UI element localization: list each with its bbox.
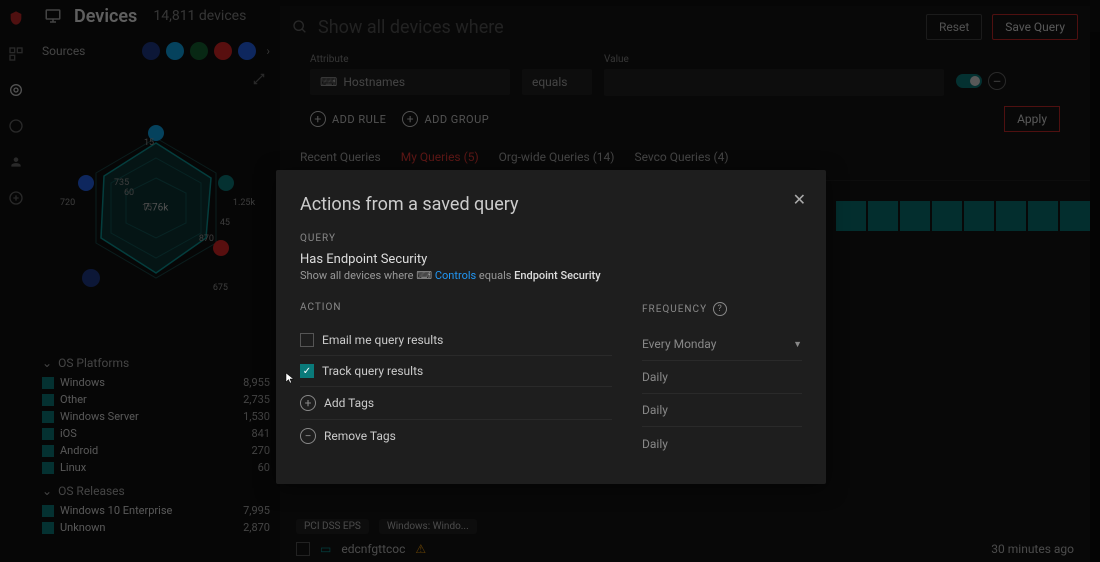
minus-circle-icon: −: [300, 428, 316, 444]
frequency-section-label: FREQUENCY ?: [642, 302, 802, 316]
query-attribute-link[interactable]: Controls: [435, 269, 476, 282]
close-icon[interactable]: ✕: [793, 190, 806, 209]
query-name: Has Endpoint Security: [300, 252, 802, 267]
checkbox-checked-icon[interactable]: ✓: [300, 364, 314, 378]
action-email[interactable]: Email me query results: [300, 325, 612, 356]
actions-modal: Actions from a saved query ✕ QUERY Has E…: [276, 170, 826, 484]
plus-circle-icon: +: [300, 395, 316, 411]
dropdown-icon: ▼: [793, 339, 802, 350]
frequency-select[interactable]: Every Monday ▼: [642, 328, 802, 361]
modal-title: Actions from a saved query: [300, 194, 802, 215]
frequency-value: Daily: [642, 427, 802, 460]
checkbox-unchecked-icon[interactable]: [300, 333, 314, 347]
monitor-icon: ⌨: [416, 269, 435, 282]
query-description: Show all devices where ⌨ Controls equals…: [300, 269, 802, 282]
help-icon[interactable]: ?: [713, 302, 727, 316]
cursor-icon: [284, 372, 296, 384]
action-add-tags[interactable]: + Add Tags: [300, 387, 612, 420]
action-section-label: ACTION: [300, 302, 612, 313]
frequency-value: Daily: [642, 394, 802, 427]
query-section-label: QUERY: [300, 233, 802, 244]
action-remove-tags[interactable]: − Remove Tags: [300, 420, 612, 452]
frequency-value: Daily: [642, 361, 802, 394]
action-track[interactable]: ✓ Track query results: [300, 356, 612, 387]
